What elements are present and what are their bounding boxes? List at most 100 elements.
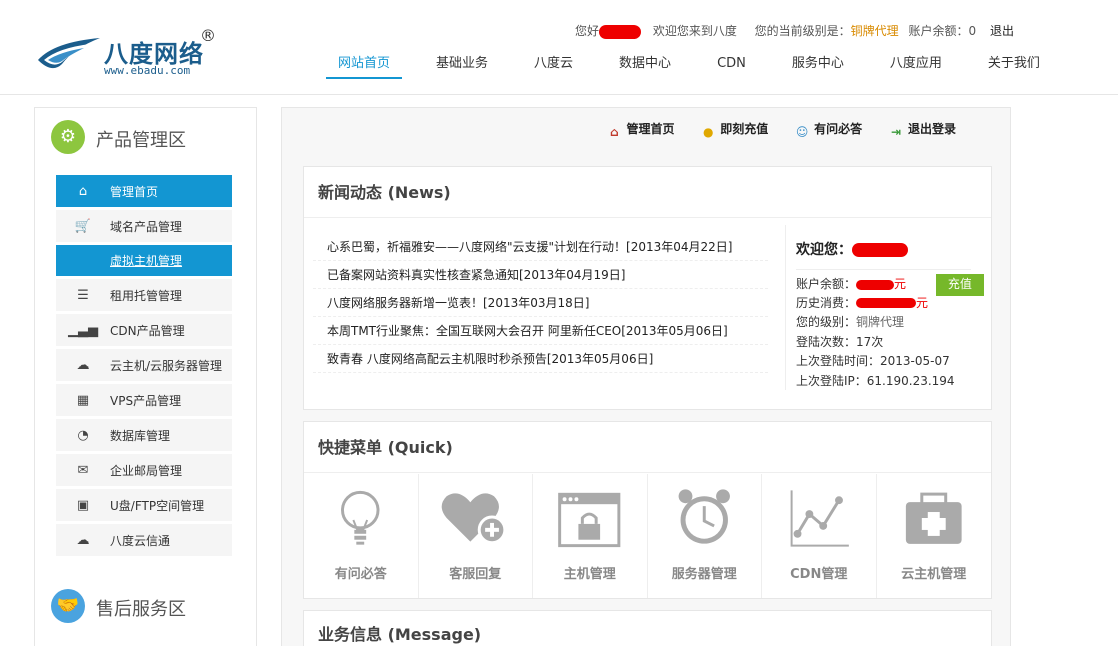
gear-icon: ⚙ — [51, 120, 85, 154]
sidebar-item-label: U盘/FTP空间管理 — [110, 498, 205, 513]
news-list: 心系巴蜀，祈福雅安——八度网络"云支援"计划在行动！[2013年04月22日] … — [313, 233, 768, 373]
toolbar-faq[interactable]: ☺ 有问必答 — [794, 120, 862, 141]
nav-cdn[interactable]: CDN — [705, 56, 758, 77]
nav-badu-cloud[interactable]: 八度云 — [522, 52, 585, 77]
news-title: 新闻动态 (News) — [304, 167, 991, 218]
sidebar-item-label: 域名产品管理 — [110, 219, 183, 234]
exit-icon: ⇥ — [890, 125, 902, 139]
quick-label: 有问必答 — [334, 567, 387, 582]
sidebar-item-cloud-server[interactable]: ☁ 云主机/云服务器管理 — [56, 349, 232, 381]
sidebar-item-label: 八度云信通 — [110, 533, 171, 548]
quick-grid: 有问必答 客服回复 主机管理 服务器管理 CDN管理 云主机管理 — [304, 474, 991, 598]
toolbar-recharge[interactable]: ● 即刻充值 — [700, 120, 768, 141]
sidebar-item-mail[interactable]: ✉ 企业邮局管理 — [56, 454, 232, 486]
user-welcome: 欢迎您： — [796, 239, 991, 259]
quick-panel: 快捷菜单 (Quick) 有问必答 客服回复 主机管理 服务器管理 CDN管理 … — [303, 421, 992, 599]
pie-icon: ◔ — [77, 427, 89, 443]
home-icon: ⌂ — [78, 183, 88, 199]
last-login-time: 上次登陆时间：2013-05-07 — [796, 354, 950, 368]
sidebar-item-label: VPS产品管理 — [110, 393, 182, 408]
news-item[interactable]: 已备案网站资料真实性核查紧急通知[2013年04月19日] — [313, 261, 768, 289]
main-content: ⌂ 管理首页 ● 即刻充值 ☺ 有问必答 ⇥ 退出登录 新闻动态 (News) 心系巴蜀… — [281, 107, 1011, 646]
quick-label: CDN管理 — [790, 567, 848, 582]
quick-cdn-manage[interactable]: CDN管理 — [762, 474, 877, 598]
logo-registered: ® — [200, 26, 216, 45]
first-aid-icon — [905, 492, 962, 544]
line-chart-icon — [790, 490, 849, 547]
greeting-prefix: 您好 — [574, 24, 599, 38]
nav-data-center[interactable]: 数据中心 — [607, 52, 683, 77]
sidebar-item-virtual-host[interactable]: 虚拟主机管理 — [56, 245, 232, 276]
toolbar-logout[interactable]: ⇥ 退出登录 — [888, 120, 956, 141]
toolbar: ⌂ 管理首页 ● 即刻充值 ☺ 有问必答 ⇥ 退出登录 — [584, 120, 956, 141]
nav-home[interactable]: 网站首页 — [326, 52, 403, 79]
nav-badu-apps[interactable]: 八度应用 — [878, 52, 954, 77]
sidebar-item-ftp[interactable]: ▣ U盘/FTP空间管理 — [56, 489, 232, 521]
cart-icon: 🛒 — [74, 218, 92, 234]
quick-label: 客服回复 — [449, 567, 502, 582]
grid-list-icon: ▦ — [76, 392, 90, 408]
news-item[interactable]: 本周TMT行业聚焦：全国互联网大会召开 阿里新任CEO[2013年05月06日] — [313, 317, 768, 345]
news-panel: 新闻动态 (News) 心系巴蜀，祈福雅安——八度网络"云支援"计划在行动！[2… — [303, 166, 992, 410]
level-value[interactable]: 铜牌代理 — [851, 24, 899, 38]
news-item[interactable]: 心系巴蜀，祈福雅安——八度网络"云支援"计划在行动！[2013年04月22日] — [313, 233, 768, 261]
redacted-username — [852, 243, 908, 257]
quick-cs-reply[interactable]: 客服回复 — [419, 474, 533, 598]
coins-icon: ● — [703, 125, 714, 139]
handshake-icon: 🤝 — [51, 589, 85, 623]
logout-link[interactable]: 退出 — [990, 24, 1014, 38]
level-row: 您的级别：铜牌代理 — [796, 315, 905, 329]
sidebar-item-label: 云主机/云服务器管理 — [110, 358, 223, 373]
sidebar-menu: ⌂ 管理首页 🛒 域名产品管理 虚拟主机管理 ☰ 租用托管管理 ▁▃▅ CDN产… — [56, 175, 232, 559]
welcome-text: 欢迎您来到八度 — [652, 24, 737, 38]
quick-server-manage[interactable]: 服务器管理 — [648, 474, 762, 598]
history-row: 历史消费：元 — [796, 295, 929, 310]
sidebar-title: 产品管理区 — [96, 130, 186, 151]
sidebar-item-label: CDN产品管理 — [110, 323, 185, 338]
header: 八度网络 ® www.ebadu.com 您好 欢迎您来到八度 您的当前级别是：… — [0, 0, 1118, 95]
sidebar: ⚙ 产品管理区 ⌂ 管理首页 🛒 域名产品管理 虚拟主机管理 ☰ 租用托管管理 … — [34, 107, 257, 646]
mail-icon: ✉ — [77, 462, 89, 478]
login-count: 登陆次数：17次 — [796, 334, 884, 349]
quick-cloud-manage[interactable]: 云主机管理 — [877, 474, 992, 598]
last-login-ip: 上次登陆IP：61.190.23.194 — [796, 373, 955, 388]
signal-icon: ▁▃▅ — [68, 322, 98, 338]
sidebar-item-label: 数据库管理 — [110, 428, 171, 443]
logo-mark-icon — [38, 38, 100, 69]
after-sales-title: 售后服务区 — [96, 599, 186, 620]
sidebar-item-domain[interactable]: 🛒 域名产品管理 — [56, 210, 232, 242]
quick-label: 主机管理 — [563, 567, 616, 582]
disk-icon: ▣ — [76, 497, 90, 513]
message-panel: 业务信息 (Message) — [303, 610, 992, 646]
cloud-icon: ☁ — [76, 532, 90, 548]
user-icon: ☺ — [795, 125, 809, 139]
nav-basic-services[interactable]: 基础业务 — [424, 52, 500, 77]
sidebar-item-database[interactable]: ◔ 数据库管理 — [56, 419, 232, 451]
recharge-button[interactable]: 充值 — [935, 274, 984, 296]
sidebar-item-label: 企业邮局管理 — [110, 463, 183, 478]
redacted-history — [856, 298, 917, 308]
alarm-clock-icon — [678, 489, 730, 544]
news-item[interactable]: 八度网络服务器新增一览表！[2013年03月18日] — [313, 289, 768, 317]
sidebar-item-vps[interactable]: ▦ VPS产品管理 — [56, 384, 232, 416]
lightbulb-icon — [341, 490, 380, 545]
redacted-balance — [856, 279, 895, 290]
quick-faq[interactable]: 有问必答 — [304, 474, 419, 598]
sidebar-item-admin-home[interactable]: ⌂ 管理首页 — [56, 175, 232, 207]
sidebar-item-cdn[interactable]: ▁▃▅ CDN产品管理 — [56, 314, 232, 346]
quick-label: 服务器管理 — [671, 567, 737, 582]
quick-host-manage[interactable]: 主机管理 — [533, 474, 648, 598]
logo[interactable]: 八度网络 ® www.ebadu.com — [34, 26, 224, 80]
heart-plus-icon — [441, 493, 506, 545]
sidebar-item-label: 管理首页 — [110, 184, 159, 199]
nav-service-center[interactable]: 服务中心 — [780, 52, 856, 77]
sidebar-item-label: 虚拟主机管理 — [110, 254, 183, 268]
sidebar-item-cloud-sms[interactable]: ☁ 八度云信通 — [56, 524, 232, 556]
message-title: 业务信息 (Message) — [318, 625, 482, 644]
quick-title: 快捷菜单 (Quick) — [304, 422, 991, 473]
sidebar-item-hosting[interactable]: ☰ 租用托管管理 — [56, 279, 232, 311]
toolbar-admin-home[interactable]: ⌂ 管理首页 — [606, 120, 674, 141]
news-item[interactable]: 致青春 八度网络高配云主机限时秒杀预告[2013年05月06日] — [313, 345, 768, 373]
nav-about-us[interactable]: 关于我们 — [976, 52, 1052, 77]
list-icon: ☰ — [77, 287, 89, 303]
